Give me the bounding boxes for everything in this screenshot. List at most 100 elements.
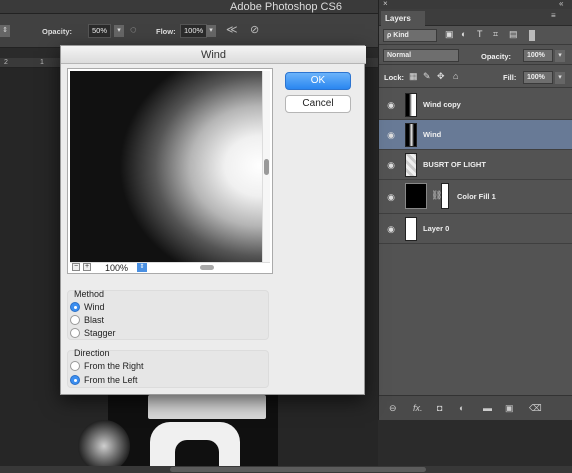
panel-tab-bar: Layers ≡ [379, 9, 572, 26]
flow-label: Flow: [156, 27, 176, 36]
lock-label: Lock: [384, 73, 405, 82]
lock-transparent-icon[interactable]: ▦ [409, 71, 418, 82]
zoom-in-button[interactable]: + [83, 263, 91, 271]
wind-dialog: Wind − + 100% ⇕ OK Cancel Method Wind Bl… [60, 45, 366, 395]
visibility-eye-icon[interactable]: ◉ [385, 159, 397, 171]
radio-button[interactable] [70, 375, 80, 385]
radio-button[interactable] [70, 328, 80, 338]
layer-row-wind-copy[interactable]: ◉ Wind copy [379, 90, 572, 120]
folder-icon[interactable]: ▬ [483, 403, 492, 413]
options-bar: ⇕ Opacity: 50% ▾ ◌ Flow: 100% ▾ ≪ ⊘ [0, 14, 378, 48]
zoom-dropdown-icon[interactable]: ⇕ [137, 263, 147, 272]
direction-group: Direction From the Right From the Left [67, 348, 269, 388]
horizontal-scroll-thumb[interactable] [200, 265, 214, 270]
zoom-level: 100% [105, 263, 129, 273]
layer-filter-row: ρ Kind ▣ ◐ T ⌗ ▤ [379, 27, 572, 45]
layer-opacity-label: Opacity: [481, 52, 512, 61]
smart-object-filter-icon[interactable]: ▤ [509, 29, 518, 40]
shape-filter-icon[interactable]: ⌗ [493, 29, 498, 40]
preview-frame: − + 100% ⇕ [67, 68, 273, 274]
lock-pixels-icon[interactable]: ✎ [423, 71, 431, 82]
fill-dropdown-icon[interactable]: ▾ [555, 72, 565, 84]
filter-toggle[interactable] [529, 30, 535, 41]
layer-mask-thumbnail[interactable] [441, 183, 449, 209]
layer-name: Color Fill 1 [457, 192, 496, 201]
fill-field[interactable]: 100% [523, 71, 553, 84]
radio-button[interactable] [70, 302, 80, 312]
stepper-icon[interactable]: ⇕ [0, 25, 10, 37]
visibility-eye-icon[interactable]: ◉ [385, 129, 397, 141]
link-layers-icon[interactable]: ⊖ [389, 403, 397, 414]
method-title: Method [74, 289, 105, 299]
trash-icon[interactable]: ⌫ [529, 403, 542, 414]
opacity-dropdown-icon[interactable]: ▾ [114, 25, 124, 37]
type-filter-icon[interactable]: T [477, 29, 483, 39]
kind-filter-dropdown[interactable]: ρ Kind [383, 29, 437, 42]
flow-field[interactable]: 100% [180, 24, 208, 38]
radio-label: Blast [84, 315, 105, 325]
lock-position-icon[interactable]: ✥ [437, 71, 445, 82]
layer-thumbnail [405, 93, 417, 117]
layer-thumbnail [405, 153, 417, 177]
preview-vertical-scrollbar[interactable] [262, 71, 270, 262]
layer-opacity-field[interactable]: 100% [523, 49, 553, 62]
opacity-label: Opacity: [42, 27, 73, 36]
lock-all-icon[interactable]: ⌂ [453, 71, 458, 81]
filter-preview[interactable] [70, 71, 262, 262]
pressure-icon[interactable]: ⊘ [250, 23, 259, 36]
close-icon[interactable]: × [383, 0, 388, 8]
direction-title: Direction [74, 348, 110, 358]
document-glow [78, 420, 130, 472]
mask-icon[interactable]: ◘ [437, 403, 442, 413]
ruler-mark: 2 [4, 59, 8, 66]
radio-button[interactable] [70, 361, 80, 371]
tab-layers[interactable]: Layers [381, 11, 425, 26]
zoom-out-button[interactable]: − [72, 263, 80, 271]
color-fill-swatch[interactable] [405, 183, 427, 209]
airbrush-icon[interactable]: ◌ [130, 24, 137, 36]
blend-mode-dropdown[interactable]: Normal [383, 49, 459, 62]
opacity-field[interactable]: 50% [88, 24, 112, 38]
layer-row-busrt-of-light[interactable]: ◉ BUSRT OF LIGHT [379, 150, 572, 180]
ruler-mark: 1 [40, 59, 44, 66]
cancel-button[interactable]: Cancel [285, 95, 351, 113]
ok-button[interactable]: OK [285, 72, 351, 90]
fill-label: Fill: [503, 73, 517, 82]
scroll-thumb[interactable] [264, 159, 269, 175]
flow-dropdown-icon[interactable]: ▾ [206, 25, 216, 37]
pixel-filter-icon[interactable]: ▣ [445, 29, 454, 40]
preview-zoom-bar: − + 100% ⇕ [70, 262, 270, 273]
dialog-title: Wind [61, 46, 366, 64]
adjustment-icon[interactable]: ◐ [459, 403, 464, 413]
radio-label: Wind [84, 302, 105, 312]
radio-label: Stagger [84, 328, 116, 338]
new-layer-icon[interactable]: ▣ [505, 403, 514, 414]
panel-menu-icon[interactable]: ≡ [551, 11, 556, 20]
lock-row: Lock: ▦ ✎ ✥ ⌂ Fill: 100% ▾ [379, 66, 572, 88]
fx-icon[interactable]: fx. [413, 403, 423, 413]
adjustment-filter-icon[interactable]: ◐ [461, 29, 466, 39]
canvas-horizontal-scrollbar[interactable] [0, 466, 572, 473]
layer-name: Wind [423, 130, 442, 139]
layer-thumbnail [405, 123, 417, 147]
layer-row-color-fill-1[interactable]: ◉ ⛓ Color Fill 1 [379, 180, 572, 214]
layers-panel-footer: ⊖ fx. ◘ ◐ ▬ ▣ ⌫ [379, 395, 572, 420]
layer-name: BUSRT OF LIGHT [423, 160, 486, 169]
panel-header-strip: × « [379, 0, 572, 9]
layer-opacity-dropdown-icon[interactable]: ▾ [555, 50, 565, 62]
layer-name: Layer 0 [423, 224, 450, 233]
visibility-eye-icon[interactable]: ◉ [385, 99, 397, 111]
collapse-icon[interactable]: « [559, 0, 563, 8]
blend-row: Normal Opacity: 100% ▾ [379, 47, 572, 65]
document-light-bar [148, 395, 266, 419]
layer-name: Wind copy [423, 100, 461, 109]
radio-label: From the Left [84, 375, 138, 385]
method-group: Method Wind Blast Stagger [67, 289, 269, 340]
smoothing-icon[interactable]: ≪ [226, 23, 238, 36]
layer-row-layer-0[interactable]: ◉ Layer 0 [379, 214, 572, 244]
visibility-eye-icon[interactable]: ◉ [385, 223, 397, 235]
layer-row-wind[interactable]: ◉ Wind [379, 120, 572, 150]
visibility-eye-icon[interactable]: ◉ [385, 191, 397, 203]
radio-button[interactable] [70, 315, 80, 325]
scroll-thumb[interactable] [170, 467, 426, 472]
